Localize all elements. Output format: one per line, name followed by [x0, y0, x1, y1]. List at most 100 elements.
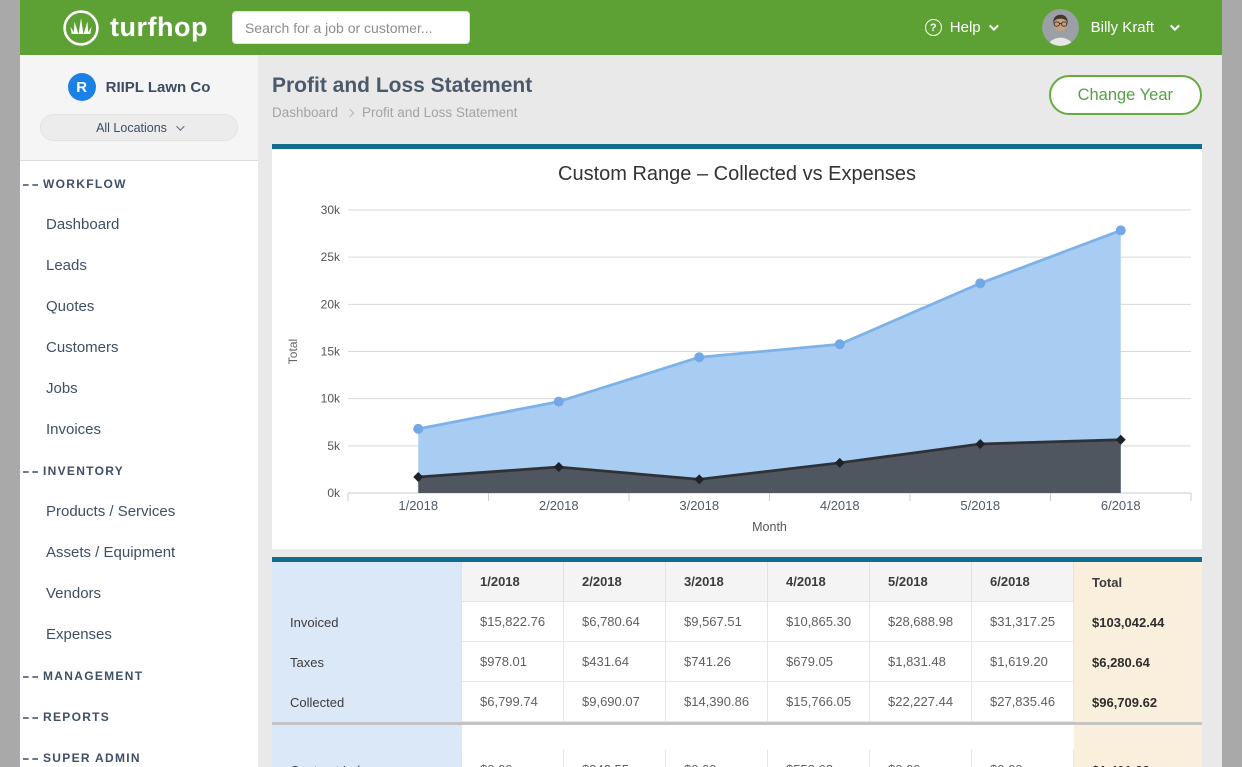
sidebar-item-leads[interactable]: Leads — [20, 245, 258, 286]
y-tick-label: 30k — [321, 203, 341, 217]
column-header-total: Total — [1074, 562, 1202, 602]
cell-value: $9,567.51 — [666, 602, 768, 642]
cell-value: $15,766.05 — [768, 682, 870, 722]
page-title: Profit and Loss Statement — [272, 74, 532, 98]
spacer-cell — [1074, 725, 1202, 750]
sidebar-item-quotes[interactable]: Quotes — [20, 286, 258, 327]
window-gutter-right — [1222, 0, 1242, 767]
avatar[interactable] — [1042, 9, 1079, 46]
location-selector[interactable]: All Locations — [40, 114, 238, 141]
cell-value: $978.01 — [462, 642, 564, 682]
spacer-cell — [564, 725, 666, 750]
sidebar-item-expenses[interactable]: Expenses — [20, 614, 258, 655]
sidebar-item-products-services[interactable]: Products / Services — [20, 491, 258, 532]
cell-value: $741.26 — [666, 642, 768, 682]
sidebar-item-jobs[interactable]: Jobs — [20, 368, 258, 409]
collected-point — [694, 352, 704, 362]
sidebar-section-inventory[interactable]: INVENTORY — [20, 450, 258, 491]
section-spacer — [272, 725, 1202, 750]
spacer-cell — [972, 725, 1074, 750]
chevron-down-icon — [176, 122, 184, 130]
cell-value: $10,865.30 — [768, 602, 870, 642]
page-header: Profit and Loss Statement Dashboard Prof… — [258, 55, 1222, 144]
collected-point — [975, 278, 985, 288]
table-header-row: 1/20182/20183/20184/20185/20186/2018Tota… — [272, 562, 1202, 602]
y-tick-label: 0k — [327, 486, 341, 500]
table-row-contract-labor: Contract Labor$0.00$842.55$0.00$558.68$0… — [272, 750, 1202, 767]
cell-value: $27,835.46 — [972, 682, 1074, 722]
sidebar-nav: WORKFLOWDashboardLeadsQuotesCustomersJob… — [20, 161, 258, 767]
brand-wordmark: turfhop — [110, 12, 208, 43]
sidebar-item-assets-equipment[interactable]: Assets / Equipment — [20, 532, 258, 573]
search-input[interactable] — [232, 11, 470, 44]
help-icon: ? — [925, 19, 942, 36]
spacer-cell — [462, 725, 564, 750]
column-header-2-2018: 2/2018 — [564, 562, 666, 602]
row-label: Contract Labor — [272, 750, 462, 767]
y-tick-label: 25k — [321, 250, 341, 264]
collected-point — [554, 397, 564, 407]
column-header-1-2018: 1/2018 — [462, 562, 564, 602]
chevron-down-icon — [989, 21, 999, 31]
cell-value: $1,831.48 — [870, 642, 972, 682]
row-label: Invoiced — [272, 602, 462, 642]
tree-dashes-icon — [23, 758, 38, 760]
chart-card: Custom Range – Collected vs Expenses0k5k… — [272, 144, 1202, 549]
avatar-image — [1042, 9, 1079, 46]
x-tick-label: 1/2018 — [398, 498, 438, 513]
row-label: Collected — [272, 682, 462, 722]
y-tick-label: 5k — [327, 439, 341, 453]
sidebar-section-management[interactable]: MANAGEMENT — [20, 655, 258, 696]
window-gutter-left — [0, 0, 20, 767]
help-menu[interactable]: ? Help — [925, 19, 996, 36]
spacer-cell — [666, 725, 768, 750]
column-header-4-2018: 4/2018 — [768, 562, 870, 602]
x-axis-label: Month — [752, 520, 787, 534]
tree-dashes-icon — [23, 717, 38, 719]
spacer-cell — [768, 725, 870, 750]
cell-value: $842.55 — [564, 750, 666, 767]
column-header-5-2018: 5/2018 — [870, 562, 972, 602]
sidebar-section-workflow[interactable]: WORKFLOW — [20, 163, 258, 204]
total-value: $1,401.23 — [1074, 750, 1202, 767]
sidebar-company-panel: R RIIPL Lawn Co All Locations — [20, 55, 258, 161]
x-tick-label: 5/2018 — [960, 498, 1000, 513]
cell-value: $9,690.07 — [564, 682, 666, 722]
pl-table-card: 1/20182/20183/20184/20185/20186/2018Tota… — [272, 557, 1202, 767]
top-bar: turfhop ? Help Billy Kraft — [20, 0, 1222, 55]
cell-value: $6,799.74 — [462, 682, 564, 722]
breadcrumb-dashboard[interactable]: Dashboard — [272, 105, 338, 120]
table-row-invoiced: Invoiced$15,822.76$6,780.64$9,567.51$10,… — [272, 602, 1202, 642]
cell-value: $28,688.98 — [870, 602, 972, 642]
profit-loss-chart: Custom Range – Collected vs Expenses0k5k… — [272, 149, 1202, 549]
cell-value: $14,390.86 — [666, 682, 768, 722]
app-logo[interactable]: turfhop — [62, 9, 208, 47]
y-tick-label: 15k — [321, 345, 341, 359]
cell-value: $0.00 — [666, 750, 768, 767]
sidebar-item-invoices[interactable]: Invoices — [20, 409, 258, 450]
cell-value: $0.00 — [870, 750, 972, 767]
sidebar-item-customers[interactable]: Customers — [20, 327, 258, 368]
total-value: $103,042.44 — [1074, 602, 1202, 642]
sidebar-item-vendors[interactable]: Vendors — [20, 573, 258, 614]
x-tick-label: 4/2018 — [820, 498, 860, 513]
spacer-cell — [870, 725, 972, 750]
sidebar-section-reports[interactable]: REPORTS — [20, 696, 258, 737]
change-year-button[interactable]: Change Year — [1049, 75, 1202, 115]
table-row-collected: Collected$6,799.74$9,690.07$14,390.86$15… — [272, 682, 1202, 722]
total-value: $96,709.62 — [1074, 682, 1202, 722]
spacer-cell — [272, 725, 462, 750]
cell-value: $0.00 — [462, 750, 564, 767]
sidebar-item-dashboard[interactable]: Dashboard — [20, 204, 258, 245]
row-label: Taxes — [272, 642, 462, 682]
sidebar-section-super-admin[interactable]: SUPER ADMIN — [20, 737, 258, 767]
user-menu-chevron-icon[interactable] — [1170, 21, 1180, 31]
column-header-3-2018: 3/2018 — [666, 562, 768, 602]
company-name: RIIPL Lawn Co — [106, 79, 211, 96]
x-tick-label: 3/2018 — [679, 498, 719, 513]
user-name[interactable]: Billy Kraft — [1091, 19, 1154, 36]
y-axis-label: Total — [286, 339, 300, 364]
collected-point — [835, 339, 845, 349]
location-selector-label: All Locations — [96, 121, 167, 135]
help-label: Help — [950, 19, 981, 36]
